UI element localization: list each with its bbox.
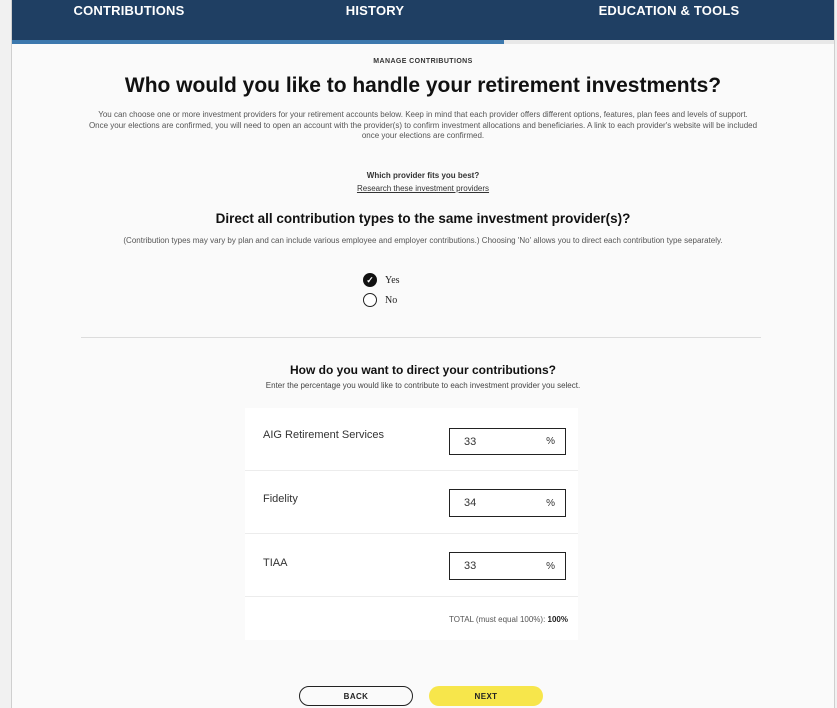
tab-contributions-indicator — [12, 40, 246, 44]
percent-value: 33 — [464, 560, 477, 572]
provider-row: TIAA 33 % — [245, 534, 578, 597]
section-divider — [81, 337, 761, 338]
top-navigation: CONTRIBUTIONS HISTORY EDUCATION & TOOLS — [12, 0, 834, 44]
percent-input-fidelity[interactable]: 34 % — [449, 489, 566, 517]
percent-sign: % — [546, 497, 555, 509]
same-provider-note: (Contribution types may vary by plan and… — [123, 236, 723, 245]
percent-input-tiaa[interactable]: 33 % — [449, 552, 566, 580]
allocation-card: AIG Retirement Services 33 % Fidelity 34… — [245, 408, 578, 640]
back-button[interactable]: BACK — [299, 686, 413, 706]
tab-education-tools[interactable]: EDUCATION & TOOLS — [504, 0, 834, 44]
radio-yes-label: Yes — [385, 274, 400, 286]
provider-name: TIAA — [263, 557, 288, 569]
radio-yes[interactable]: ✓ Yes — [363, 273, 400, 287]
checkmark-icon: ✓ — [366, 274, 374, 285]
percent-input-aig[interactable]: 33 % — [449, 428, 566, 455]
percent-value: 33 — [464, 435, 477, 448]
app-frame: CONTRIBUTIONS HISTORY EDUCATION & TOOLS … — [11, 0, 835, 708]
percent-sign: % — [546, 436, 555, 447]
allocation-total: TOTAL (must equal 100%): 100% — [449, 615, 568, 624]
intro-paragraph-2: Once your elections are confirmed, you w… — [88, 120, 758, 141]
provider-row: AIG Retirement Services 33 % — [245, 408, 578, 471]
percent-value: 34 — [464, 497, 477, 509]
provider-name: AIG Retirement Services — [263, 429, 385, 441]
intro-text: You can choose one or more investment pr… — [12, 110, 834, 142]
radio-no[interactable]: No — [363, 293, 397, 307]
provider-name: Fidelity — [263, 493, 298, 505]
tab-history-label: HISTORY — [345, 3, 405, 18]
direct-contributions-heading: How do you want to direct your contribut… — [290, 363, 556, 377]
tab-education-tools-label: EDUCATION & TOOLS — [598, 3, 740, 18]
total-value: 100% — [547, 615, 568, 624]
provider-fit-question: Which provider fits you best? — [366, 171, 480, 180]
total-label: TOTAL (must equal 100%): — [448, 615, 546, 624]
radio-no-button[interactable] — [363, 293, 377, 307]
same-provider-question: Direct all contribution types to the sam… — [215, 211, 631, 226]
tab-contributions-label: CONTRIBUTIONS — [73, 3, 185, 18]
radio-yes-button[interactable]: ✓ — [363, 273, 377, 287]
radio-no-label: No — [385, 294, 398, 306]
tab-history-indicator — [246, 40, 504, 44]
percent-sign: % — [546, 560, 555, 572]
page-title: Who would you like to handle your retire… — [124, 74, 722, 97]
next-button[interactable]: NEXT — [429, 686, 543, 706]
research-providers-link[interactable]: Research these investment providers — [323, 184, 523, 193]
provider-row: Fidelity 34 % — [245, 471, 578, 534]
page-eyebrow: MANAGE CONTRIBUTIONS — [373, 58, 473, 65]
direct-contributions-instructions: Enter the percentage you would like to c… — [265, 381, 581, 390]
intro-paragraph-1: You can choose one or more investment pr… — [98, 110, 748, 119]
tab-history[interactable]: HISTORY — [246, 0, 504, 44]
tab-education-tools-indicator — [504, 40, 834, 44]
tab-contributions[interactable]: CONTRIBUTIONS — [12, 0, 246, 44]
